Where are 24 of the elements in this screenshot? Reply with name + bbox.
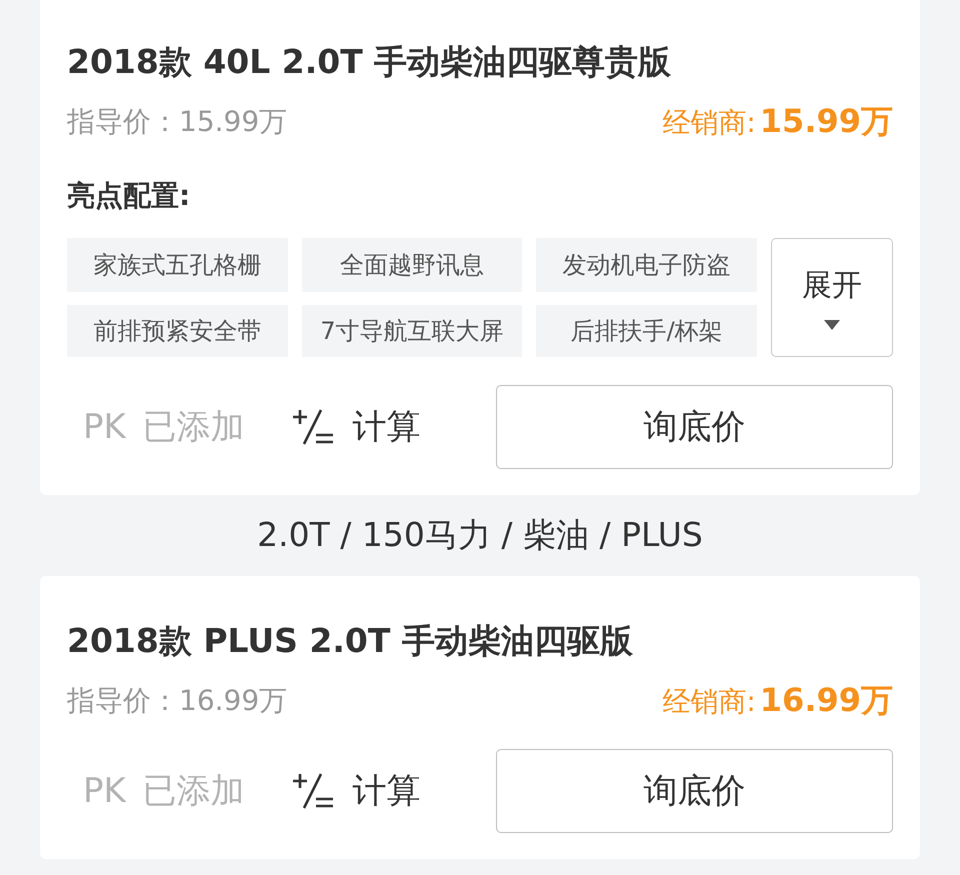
calculator-button[interactable]: 计算 [290, 404, 421, 450]
dealer-price: 15.99万 [760, 101, 893, 142]
guide-price: 指导价：15.99万 [67, 104, 288, 140]
guide-price: 指导价：16.99万 [67, 683, 288, 719]
group-header: 2.0T / 150马力 / 柴油 / PLUS [257, 514, 703, 556]
feature-tag: 家族式五孔格栅 [67, 238, 288, 292]
feature-tag: 发动机电子防盗 [536, 238, 757, 292]
calculator-icon [290, 407, 335, 447]
feature-tag: 前排预紧安全带 [67, 305, 288, 357]
dealer-label: 经销商: [662, 105, 756, 141]
caret-icon [824, 320, 840, 330]
calculator-icon [290, 771, 335, 811]
calculator-button[interactable]: 计算 [290, 768, 421, 814]
feature-tag: 全面越野讯息 [302, 238, 522, 292]
inquire-price-button[interactable]: 询底价 [496, 385, 893, 469]
highlights-heading: 亮点配置: [67, 178, 192, 214]
trim-title: 2018款 40L 2.0T 手动柴油四驱尊贵版 [67, 41, 672, 83]
dealer-label: 经销商: [662, 684, 756, 720]
inquire-price-button[interactable]: 询底价 [496, 749, 893, 833]
expand-button[interactable]: 展开 [771, 238, 893, 357]
feature-tag: 7寸导航互联大屏 [302, 305, 522, 357]
trim-title: 2018款 PLUS 2.0T 手动柴油四驱版 [67, 620, 634, 662]
feature-tag: 后排扶手/杯架 [536, 305, 757, 357]
dealer-price: 16.99万 [760, 680, 893, 721]
